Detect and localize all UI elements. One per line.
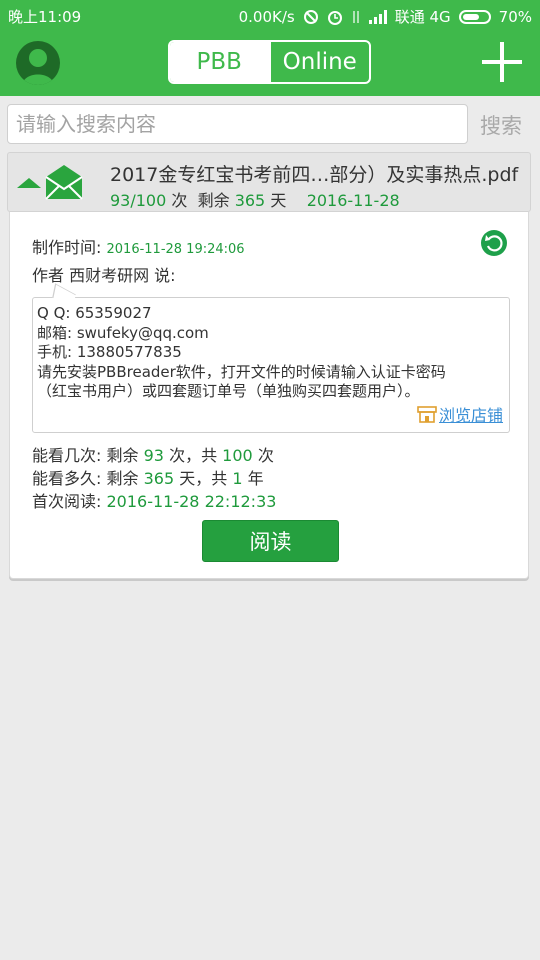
alarm-icon <box>327 10 342 25</box>
intro-line: 请先安装PBBreader软件，打开文件的时候请输入认证卡密码 <box>37 362 446 381</box>
collapse-arrow-icon[interactable] <box>17 178 41 188</box>
refresh-icon[interactable] <box>481 230 507 256</box>
first-read-row: 首次阅读: 2016-11-28 22:12:33 <box>32 488 276 512</box>
duration-years: 1 <box>232 469 243 488</box>
duration-row: 能看多久: 剩余 365 天，共 1 年 <box>32 465 264 489</box>
envelope-icon <box>45 165 83 200</box>
times-label: 能看几次: <box>32 446 102 465</box>
source-switch: PBB Online <box>168 40 371 84</box>
intro-line: （红宝书用户）或四套题订单号（单独购买四套题用户）。 <box>37 382 420 400</box>
created-label: 制作时间: <box>32 238 102 257</box>
created-value: 2016-11-28 19:24:06 <box>106 242 245 257</box>
times-mid: 次，共 <box>169 446 218 465</box>
intro-line: 邮箱: swufeky@qq.com <box>37 323 209 342</box>
battery-percent: 70% <box>498 7 532 26</box>
intro-text: Q Q: 65359027 邮箱: swufeky@qq.com 手机: 138… <box>37 304 446 402</box>
shop-link-label[interactable]: 浏览店铺 <box>439 402 503 426</box>
created-row: 制作时间: 2016-11-28 19:24:06 <box>32 234 245 258</box>
first-read-label: 首次阅读: <box>32 492 102 511</box>
file-date: 2016-11-28 <box>306 191 400 210</box>
network-speed: 0.00K/s <box>238 7 295 26</box>
signal-icon <box>368 9 387 24</box>
views-used: 93 <box>110 191 131 210</box>
status-right: 0.00K/s 联通 4G 70% <box>239 6 532 27</box>
user-avatar-icon[interactable] <box>16 41 60 85</box>
data-arrows-icon <box>352 10 359 23</box>
first-read-value: 2016-11-28 22:12:33 <box>106 492 277 511</box>
search-input[interactable] <box>7 104 468 144</box>
duration-mid: 天，共 <box>179 469 228 488</box>
browse-shop-link[interactable]: 浏览店铺 <box>417 402 503 426</box>
times-unit: 次 <box>257 446 274 465</box>
remaining-label: 剩余 <box>197 191 230 210</box>
times-remaining-pre: 剩余 <box>106 446 139 465</box>
tab-pbb[interactable]: PBB <box>170 42 269 82</box>
duration-unit: 年 <box>247 469 264 488</box>
remaining-days: 365 <box>234 191 266 210</box>
file-meta: 93/100 次 剩余 365 天 2016-11-28 <box>110 191 400 210</box>
author-line: 作者 西财考研网 说: <box>32 266 176 285</box>
detail-card: 制作时间: 2016-11-28 19:24:06 作者 西财考研网 说: Q … <box>9 212 529 579</box>
intro-line: Q Q: 65359027 <box>37 304 152 322</box>
views-unit: 次 <box>171 191 188 210</box>
shop-icon <box>417 406 437 423</box>
times-remaining: 93 <box>143 446 164 465</box>
duration-label: 能看多久: <box>32 469 102 488</box>
read-button[interactable]: 阅读 <box>202 520 339 562</box>
duration-pre: 剩余 <box>106 469 139 488</box>
times-row: 能看几次: 剩余 93 次，共 100 次 <box>32 442 274 466</box>
duration-days: 365 <box>143 469 175 488</box>
carrier-label: 联通 4G <box>394 8 451 26</box>
intro-line: 手机: 13880577835 <box>37 343 182 361</box>
status-bar: 晚上11:09 0.00K/s 联通 4G 70% <box>0 0 540 30</box>
plus-icon[interactable] <box>482 42 522 82</box>
search-button[interactable]: 搜索 <box>480 110 522 140</box>
file-name: 2017金专红宝书考前四…部分）及实事热点.pdf <box>110 164 519 186</box>
intro-box: Q Q: 65359027 邮箱: swufeky@qq.com 手机: 138… <box>32 283 510 433</box>
battery-icon <box>458 9 491 24</box>
views-total: 100 <box>135 191 167 210</box>
status-time: 晚上11:09 <box>8 8 82 26</box>
app-bar: PBB Online <box>0 30 540 96</box>
days-unit: 天 <box>270 191 287 210</box>
times-total: 100 <box>222 446 253 465</box>
file-row[interactable]: 2017金专红宝书考前四…部分）及实事热点.pdf 93/100 次 剩余 36… <box>7 152 531 212</box>
sync-icon <box>303 9 318 24</box>
tab-online[interactable]: Online <box>268 42 370 82</box>
